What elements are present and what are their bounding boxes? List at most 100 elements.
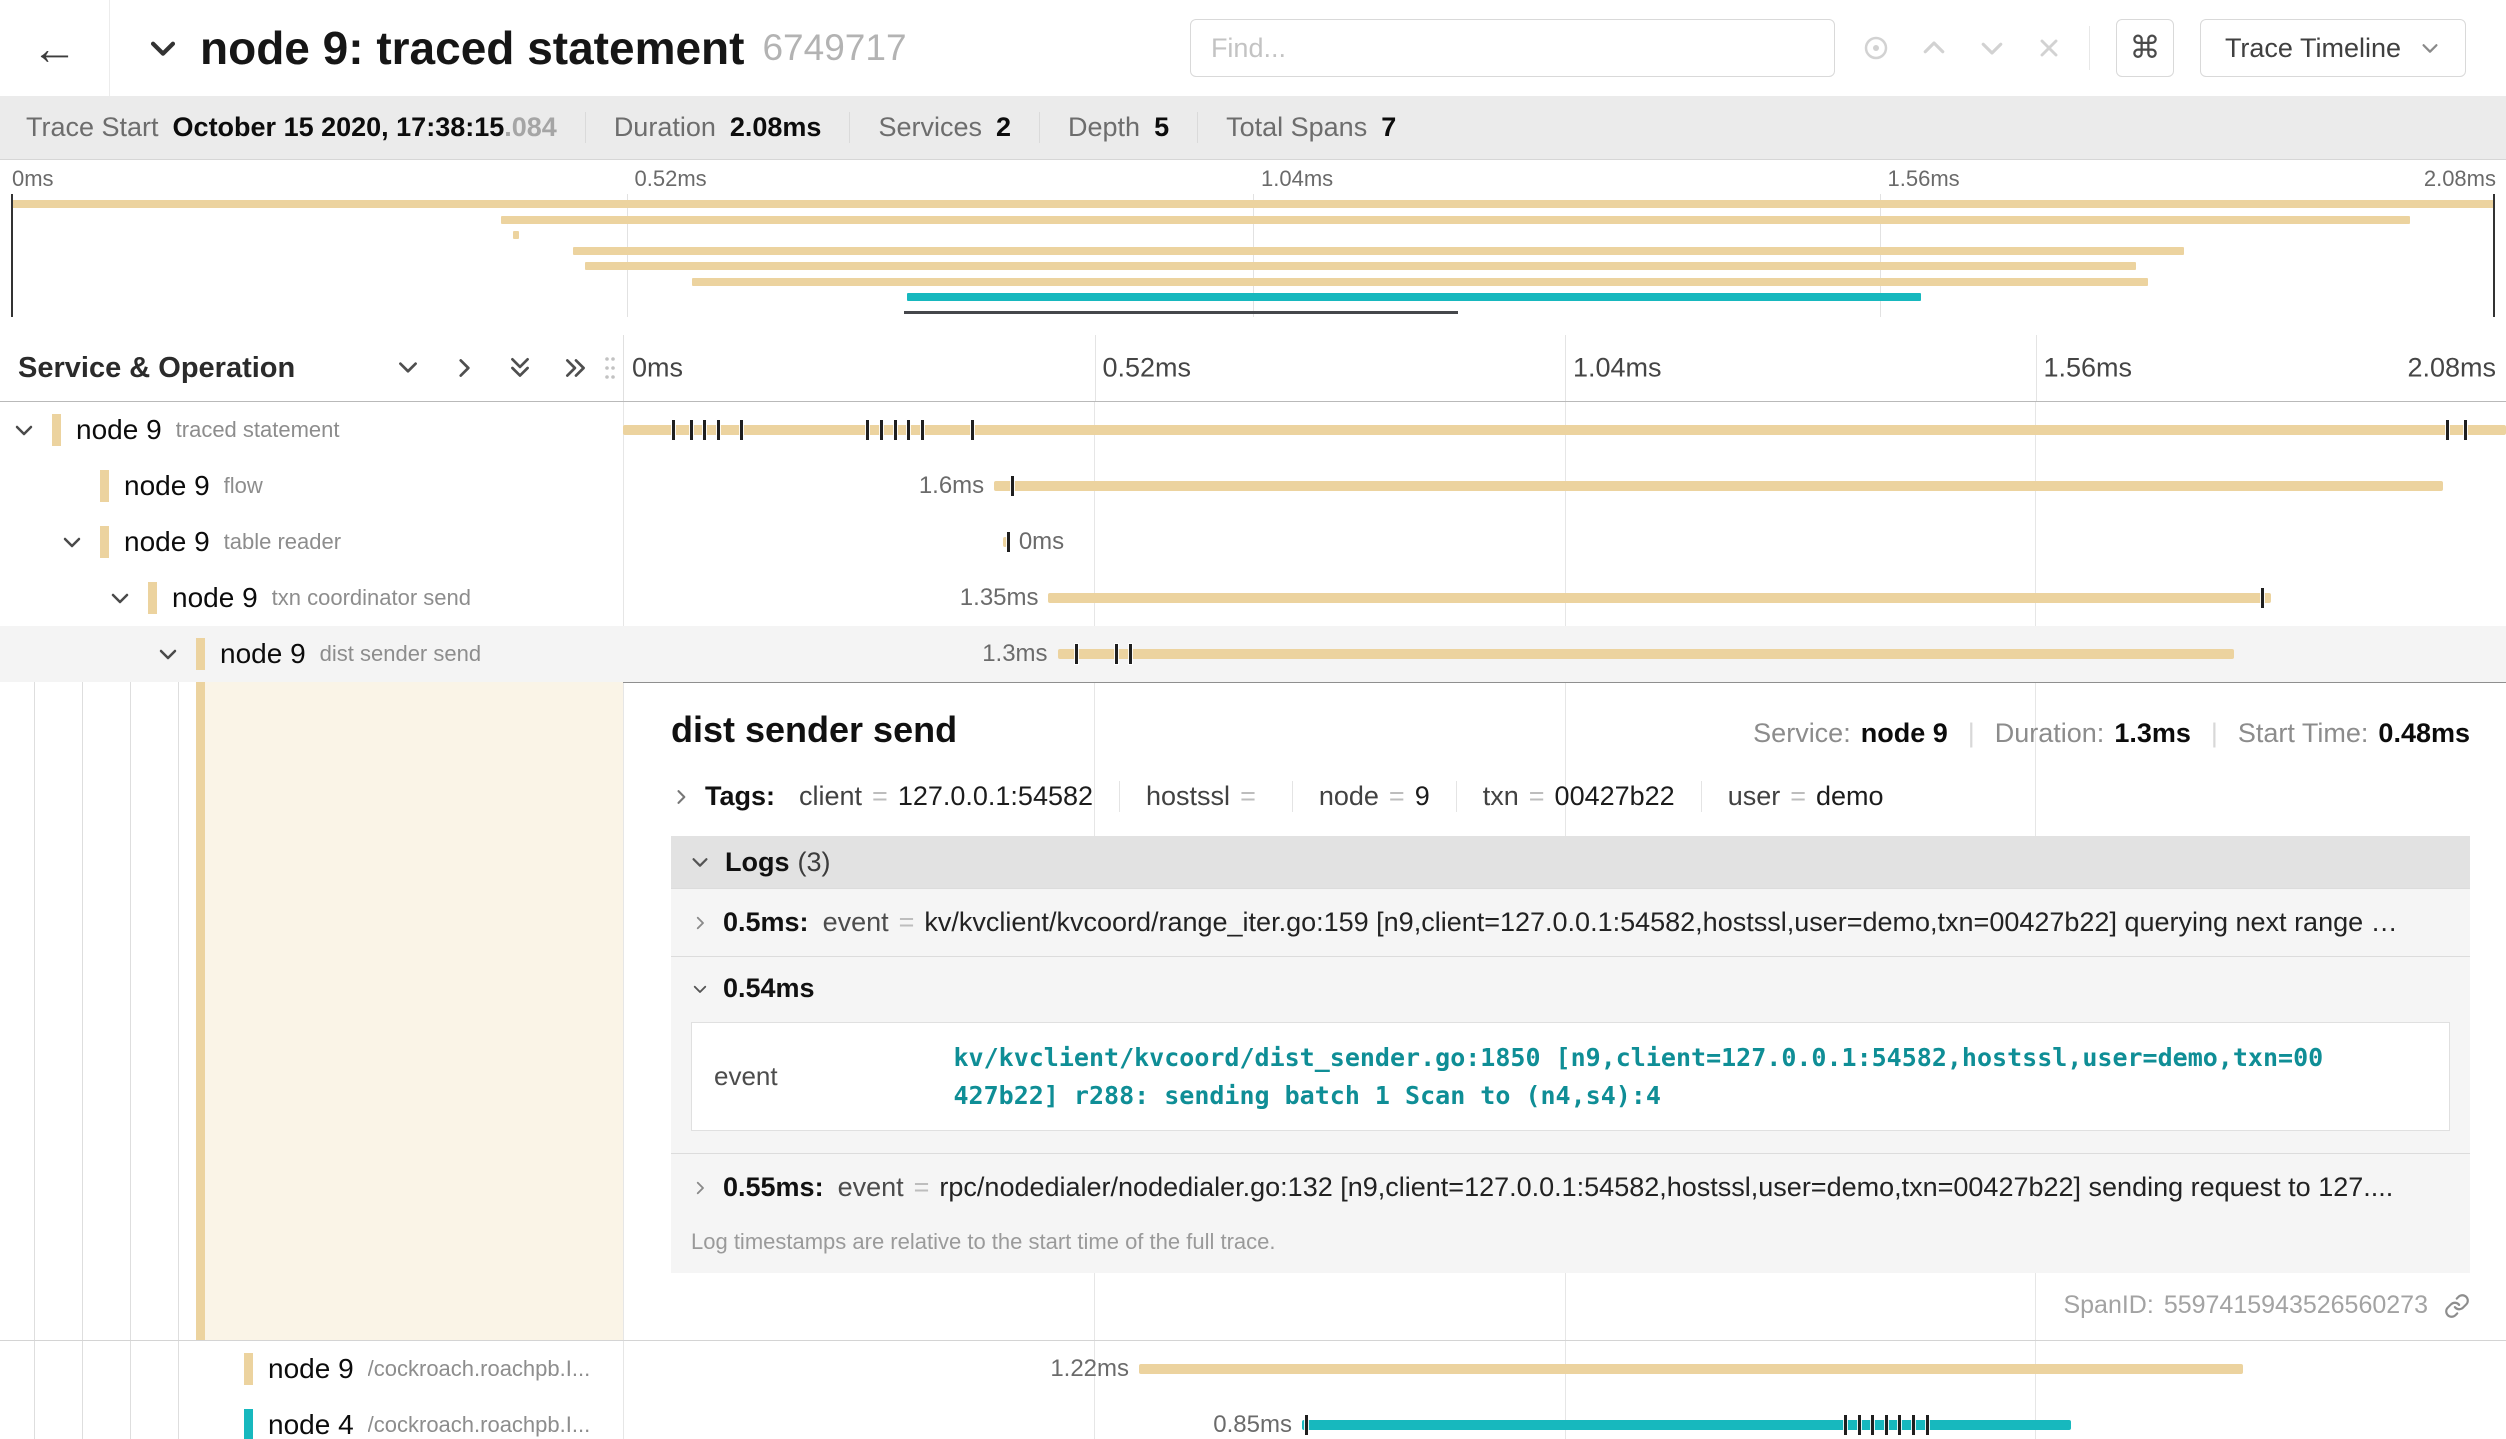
chevron-down-icon[interactable] xyxy=(156,642,180,666)
span-name: node 9/cockroach.roachpb.I... xyxy=(268,1341,619,1397)
top-bar-actions: ⌘ Trace Timeline xyxy=(1190,19,2506,77)
meta-label: Service: xyxy=(1753,718,1851,749)
indent-guide xyxy=(82,1397,83,1439)
expand-one-chevron-right-icon[interactable] xyxy=(451,355,477,381)
span-id-row: SpanID: 5597415943526560273 xyxy=(671,1291,2470,1320)
span-row[interactable]: node 9txn coordinator send1.35ms xyxy=(0,570,2506,626)
collapse-one-chevron-down-icon[interactable] xyxy=(395,355,421,381)
span-row[interactable]: node 9table reader0ms xyxy=(0,514,2506,570)
summary-item: Services2 xyxy=(850,112,1040,143)
log-marker-tick xyxy=(1912,1415,1915,1435)
log-entries: 0.5ms:event=kv/kvclient/kvcoord/range_it… xyxy=(671,888,2470,1221)
log-marker-tick xyxy=(1075,644,1078,664)
chevron-down-icon xyxy=(108,586,132,610)
span-timeline-cell: 1.22ms xyxy=(623,1341,2506,1397)
top-bar: ← node 9: traced statement 6749717 ⌘ Tra… xyxy=(0,0,2506,96)
keyboard-shortcuts-button[interactable]: ⌘ xyxy=(2116,19,2174,77)
log-marker-tick xyxy=(1885,1415,1888,1435)
expand-all-double-chevron-right-icon[interactable] xyxy=(563,355,589,381)
span-name-cell: node 9flow xyxy=(0,458,623,514)
clear-search-icon[interactable] xyxy=(2035,34,2063,62)
collapse-controls xyxy=(395,355,589,381)
minimap-span-bar xyxy=(585,262,2136,270)
trace-title-chevron-down-icon[interactable] xyxy=(146,31,180,65)
logs-footnote: Log timestamps are relative to the start… xyxy=(671,1221,2470,1273)
minimap-scrubber-left[interactable] xyxy=(11,194,13,317)
span-bar[interactable] xyxy=(994,481,2442,491)
prev-match-chevron-up-icon[interactable] xyxy=(1919,33,1949,63)
span-row[interactable]: node 4/cockroach.roachpb.I...0.85ms xyxy=(0,1397,2506,1439)
log-marker-tick xyxy=(2446,420,2449,440)
span-duration-label: 1.6ms xyxy=(919,472,984,500)
service-color-bar xyxy=(100,526,109,558)
collapse-all-double-chevron-down-icon[interactable] xyxy=(507,355,533,381)
span-bar[interactable] xyxy=(623,425,2506,435)
chevron-down-icon xyxy=(689,851,711,873)
tags-row[interactable]: Tags: client=127.0.0.1:54582hostssl=node… xyxy=(671,781,2470,812)
logs-header[interactable]: Logs (3) xyxy=(671,836,2470,888)
ruler-tick-label: 0ms xyxy=(632,353,683,384)
span-bar[interactable] xyxy=(1302,1420,2071,1430)
tag-item: txn=00427b22 xyxy=(1483,781,1702,812)
log-field-value: rpc/nodedialer/nodedialer.go:132 [n9,cli… xyxy=(939,1172,2450,1203)
focus-matches-icon[interactable] xyxy=(1861,33,1891,63)
span-row[interactable]: node 9/cockroach.roachpb.I...1.22ms xyxy=(0,1341,2506,1397)
summary-value: 5 xyxy=(1154,112,1169,143)
ruler-tick-label: 2.08ms xyxy=(2407,353,2496,384)
chevron-down-icon[interactable] xyxy=(60,530,84,554)
chevron-down-icon[interactable] xyxy=(108,586,132,610)
span-name: node 9table reader xyxy=(124,514,619,570)
back-button[interactable]: ← xyxy=(0,0,110,96)
log-entry[interactable]: 0.55ms:event=rpc/nodedialer/nodedialer.g… xyxy=(671,1153,2470,1221)
indent-guide xyxy=(178,1341,179,1397)
next-match-chevron-down-icon[interactable] xyxy=(1977,33,2007,63)
span-row[interactable]: node 9dist sender send1.3ms xyxy=(0,626,2506,682)
span-timeline-cell: 0.85ms xyxy=(623,1397,2506,1439)
log-entry[interactable]: 0.5ms:event=kv/kvclient/kvcoord/range_it… xyxy=(671,888,2470,956)
log-marker-tick xyxy=(1871,1415,1874,1435)
ruler-tick-label: 1.04ms xyxy=(1261,166,1333,192)
operation-name: txn coordinator send xyxy=(272,585,471,611)
log-marker-tick xyxy=(672,420,675,440)
log-marker-tick xyxy=(740,420,743,440)
link-icon xyxy=(2444,1293,2470,1319)
trace-view-selector[interactable]: Trace Timeline xyxy=(2200,19,2466,77)
span-bar[interactable] xyxy=(1058,649,2235,659)
span-id-label: SpanID: xyxy=(2063,1291,2153,1320)
meta-separator: | xyxy=(2211,718,2218,749)
summary-value: 7 xyxy=(1381,112,1396,143)
span-row[interactable]: node 9flow 1.6ms xyxy=(0,458,2506,514)
chevron-right-icon xyxy=(671,787,691,807)
log-timestamp: 0.55ms: xyxy=(723,1172,824,1203)
minimap-canvas[interactable] xyxy=(0,194,2506,317)
chevron-down-icon[interactable] xyxy=(12,418,36,442)
log-entry-header[interactable]: 0.54ms xyxy=(671,956,2470,1016)
chevron-down-icon xyxy=(691,980,709,998)
span-name-cell: node 9txn coordinator send xyxy=(0,570,623,626)
minimap-scrubber-right[interactable] xyxy=(2493,194,2495,317)
span-name: node 9flow xyxy=(124,458,619,514)
span-timeline-cell xyxy=(623,402,2506,458)
column-resizer[interactable] xyxy=(603,352,617,384)
gridline xyxy=(2036,335,2037,401)
span-bar[interactable] xyxy=(1139,1364,2243,1374)
minimap-focus-indicator xyxy=(904,311,1458,314)
tag-value: 9 xyxy=(1415,781,1430,812)
log-marker-tick xyxy=(1007,532,1010,552)
span-row[interactable]: node 9traced statement xyxy=(0,402,2506,458)
span-bar[interactable] xyxy=(1048,593,2270,603)
link-icon[interactable] xyxy=(2444,1293,2470,1319)
trace-summary-bar: Trace StartOctober 15 2020, 17:38:15.084… xyxy=(0,96,2506,160)
chevron-down-icon xyxy=(12,418,36,442)
span-timeline-cell: 1.35ms xyxy=(623,570,2506,626)
tag-equals: = xyxy=(1529,781,1545,812)
find-input[interactable] xyxy=(1190,19,1835,77)
indent-guide xyxy=(178,682,179,1340)
trace-id: 6749717 xyxy=(762,27,906,69)
log-marker-tick xyxy=(1011,476,1014,496)
log-field-value: kv/kvclient/kvcoord/range_iter.go:159 [n… xyxy=(924,907,2450,938)
minimap-span-bar xyxy=(907,293,1921,301)
span-name: node 4/cockroach.roachpb.I... xyxy=(268,1397,619,1439)
tag-item: client=127.0.0.1:54582 xyxy=(799,781,1120,812)
chevron-down-icon xyxy=(691,980,709,998)
